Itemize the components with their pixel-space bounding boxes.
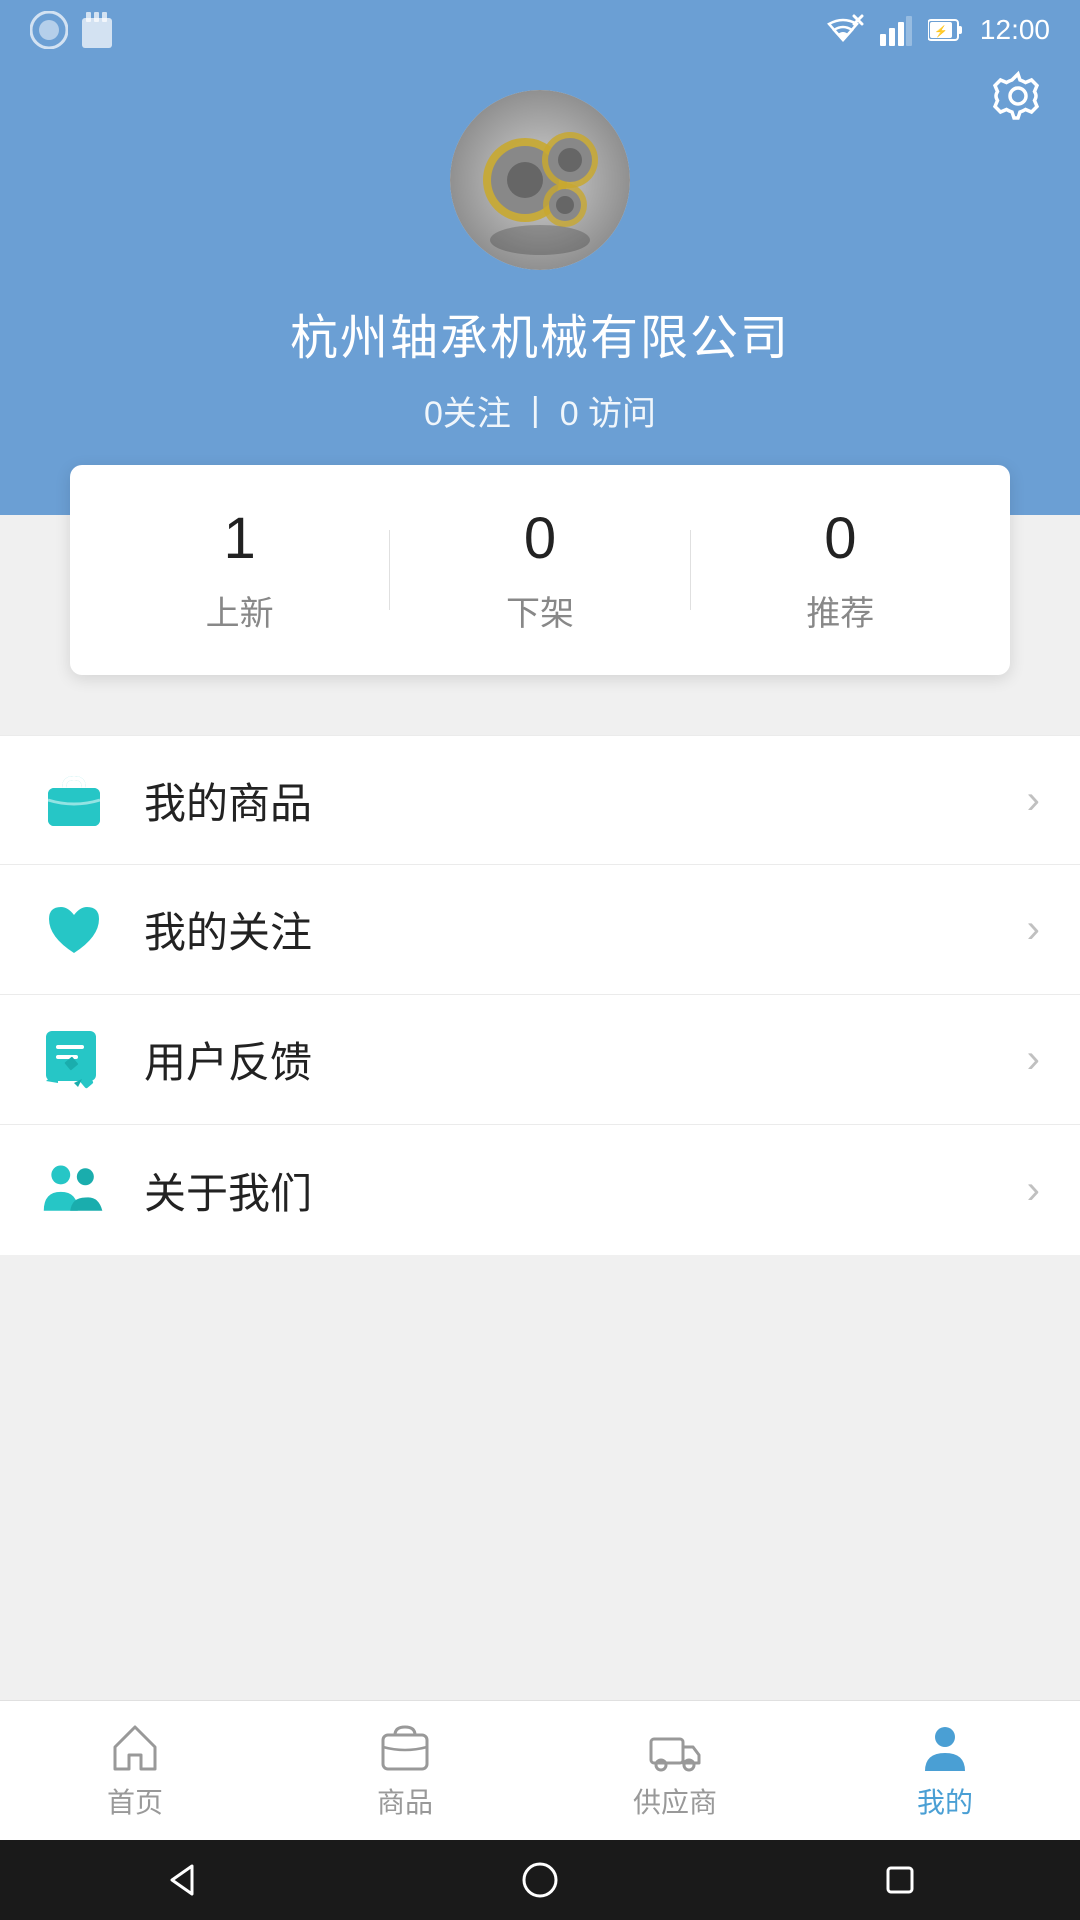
stats-card: 1 上新 0 下架 0 推荐 xyxy=(70,465,1010,675)
chevron-my-follows: › xyxy=(1027,907,1040,952)
battery-icon: ⚡ xyxy=(928,16,964,44)
company-name: 杭州轴承机械有限公司 xyxy=(290,298,790,368)
menu-item-about[interactable]: 关于我们 › xyxy=(0,1125,1080,1255)
home-nav-icon xyxy=(109,1721,161,1773)
follow-count: 0关注 xyxy=(424,386,511,435)
menu-text-my-follows: 我的关注 xyxy=(144,899,1027,960)
menu-item-feedback[interactable]: 用户反馈 › xyxy=(0,995,1080,1125)
about-icon-wrap xyxy=(40,1156,108,1224)
visit-count: 0 访问 xyxy=(560,386,656,435)
svg-text:⚡: ⚡ xyxy=(934,25,948,38)
bag-icon xyxy=(44,770,104,830)
stat-offline: 0 下架 xyxy=(390,505,689,635)
about-icon xyxy=(40,1160,108,1220)
chevron-my-products: › xyxy=(1027,778,1040,823)
nav-item-suppliers[interactable]: 供应商 xyxy=(540,1721,810,1821)
products-nav-icon xyxy=(379,1721,431,1773)
mine-nav-icon xyxy=(919,1721,971,1773)
android-recent-button[interactable] xyxy=(878,1858,922,1902)
nav-item-mine[interactable]: 我的 xyxy=(810,1721,1080,1821)
avatar[interactable] xyxy=(450,90,630,270)
stat-recommend-number: 0 xyxy=(824,505,856,572)
stat-recommend-label: 推荐 xyxy=(806,586,874,635)
status-icon-2 xyxy=(82,12,112,48)
menu-text-about: 关于我们 xyxy=(144,1160,1027,1221)
suppliers-nav-icon xyxy=(649,1721,701,1773)
follow-info: 0关注 | 0 访问 xyxy=(424,386,656,435)
bag-icon-wrap xyxy=(40,766,108,834)
follow-divider: | xyxy=(531,391,540,430)
feedback-icon-wrap xyxy=(40,1026,108,1094)
nav-item-products[interactable]: 商品 xyxy=(270,1721,540,1821)
stat-new-number: 1 xyxy=(224,505,256,572)
chevron-about: › xyxy=(1027,1168,1040,1213)
nav-label-home: 首页 xyxy=(107,1781,163,1821)
heart-icon-wrap xyxy=(40,896,108,964)
stat-offline-number: 0 xyxy=(524,505,556,572)
settings-button[interactable] xyxy=(992,70,1044,135)
menu-text-feedback: 用户反馈 xyxy=(144,1029,1027,1090)
android-home-button[interactable] xyxy=(518,1858,562,1902)
stat-new: 1 上新 xyxy=(90,505,389,635)
chevron-feedback: › xyxy=(1027,1037,1040,1082)
wifi-icon xyxy=(822,14,864,46)
android-back-button[interactable] xyxy=(158,1858,202,1902)
gear-icon xyxy=(992,70,1044,122)
feedback-icon xyxy=(44,1029,104,1091)
android-system-bar xyxy=(0,1840,1080,1920)
status-icon-1 xyxy=(30,11,68,49)
stat-recommend: 0 推荐 xyxy=(691,505,990,635)
nav-label-products: 商品 xyxy=(377,1781,433,1821)
stat-new-label: 上新 xyxy=(206,586,274,635)
status-bar: ⚡ 12:00 xyxy=(0,0,1080,60)
bottom-nav: 首页 商品 供应商 我的 xyxy=(0,1700,1080,1840)
stat-offline-label: 下架 xyxy=(506,586,574,635)
menu-text-my-products: 我的商品 xyxy=(144,770,1027,831)
header-profile-area: 杭州轴承机械有限公司 0关注 | 0 访问 xyxy=(0,60,1080,515)
heart-icon xyxy=(43,901,105,959)
menu-section: 我的商品 › 我的关注 › 用户反馈 › xyxy=(0,735,1080,1255)
status-right-icons: ⚡ 12:00 xyxy=(822,14,1050,46)
status-time: 12:00 xyxy=(980,14,1050,46)
signal-icon xyxy=(880,14,912,46)
nav-label-mine: 我的 xyxy=(917,1781,973,1821)
avatar-image xyxy=(450,90,630,270)
nav-item-home[interactable]: 首页 xyxy=(0,1721,270,1821)
status-left-icons xyxy=(30,11,112,49)
nav-label-suppliers: 供应商 xyxy=(633,1781,717,1821)
menu-item-my-follows[interactable]: 我的关注 › xyxy=(0,865,1080,995)
menu-item-my-products[interactable]: 我的商品 › xyxy=(0,735,1080,865)
